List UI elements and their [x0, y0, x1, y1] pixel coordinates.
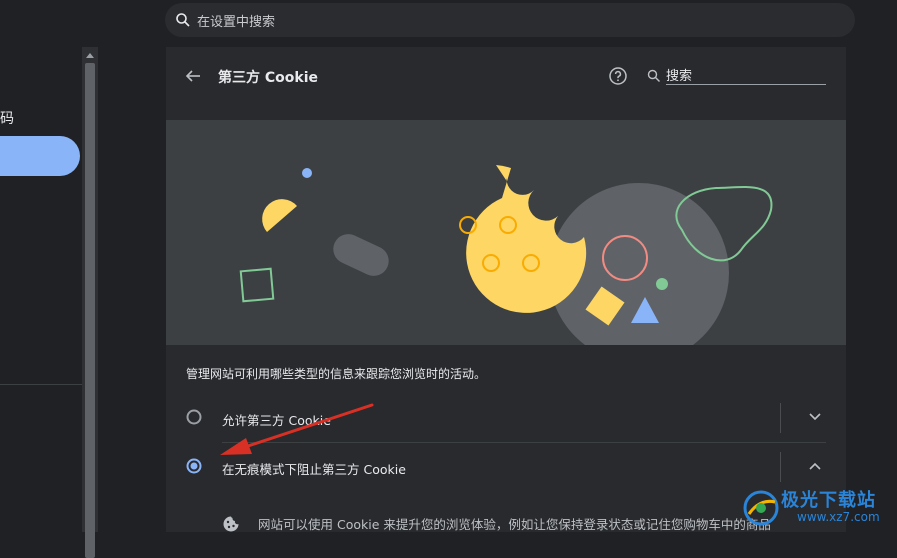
radio-unchecked-icon[interactable] [186, 409, 202, 425]
option-separator [780, 403, 781, 433]
cookie-icon [223, 516, 239, 531]
scrollbar-thumb[interactable] [85, 63, 95, 558]
option-label: 在无痕模式下阻止第三方 Cookie [222, 462, 406, 477]
watermark: 极光下载站 www.xz7.com [735, 482, 895, 532]
page-title: 第三方 Cookie [218, 70, 318, 86]
search-icon [647, 69, 660, 82]
sidebar-item-active[interactable] [0, 136, 80, 176]
settings-search-box[interactable]: 在设置中搜索 [165, 3, 855, 37]
option-separator [780, 452, 781, 482]
settings-search-placeholder: 在设置中搜索 [197, 14, 276, 30]
chevron-up-icon[interactable] [808, 461, 822, 471]
cookie-settings-panel: 第三方 Cookie 搜索 管理网站可利用哪些类型的信息来跟踪您浏览时的活动。 … [166, 47, 846, 532]
watermark-title: 极光下载站 [781, 490, 876, 511]
option-detail-row: 网站可以使用 Cookie 来提升您的浏览体验，例如让您保持登录状态或记住您购物… [222, 514, 771, 533]
top-bar: 在设置中搜索 [0, 0, 897, 47]
panel-header: 第三方 Cookie 搜索 [166, 47, 846, 119]
option-detail-text: 网站可以使用 Cookie 来提升您的浏览体验，例如让您保持登录状态或记住您购物… [258, 517, 771, 532]
radio-checked-icon[interactable] [186, 458, 202, 474]
help-icon[interactable] [608, 66, 628, 86]
cookie-illustration [166, 120, 846, 345]
sidebar-divider [0, 384, 82, 385]
watermark-url: www.xz7.com [797, 510, 880, 524]
cookie-illustration-graphic [239, 165, 773, 345]
back-arrow-icon[interactable] [184, 67, 202, 85]
section-description: 管理网站可利用哪些类型的信息来跟踪您浏览时的活动。 [186, 367, 487, 381]
sidebar-item-partial-label: 码 [0, 111, 14, 127]
scroll-up-arrow-icon[interactable] [86, 53, 94, 58]
option-allow-third-party-cookies[interactable]: 允许第三方 Cookie [166, 393, 846, 441]
watermark-logo-icon [743, 490, 779, 526]
option-label: 允许第三方 Cookie [222, 413, 331, 428]
chevron-down-icon[interactable] [808, 412, 822, 422]
sidebar: 码 [0, 47, 82, 532]
sidebar-scrollbar[interactable] [82, 47, 98, 558]
search-icon [176, 13, 190, 27]
page-search-input[interactable]: 搜索 [666, 65, 826, 85]
